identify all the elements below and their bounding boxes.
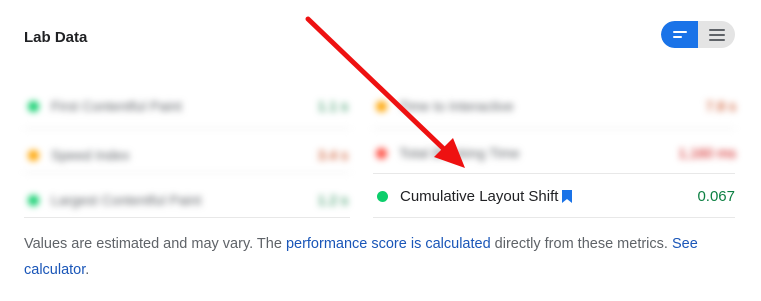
lab-data-title: Lab Data	[24, 29, 88, 46]
status-dot	[377, 190, 388, 202]
status-dot	[28, 149, 39, 161]
metric-label: Time to Interactive	[399, 98, 514, 114]
footer-text: Values are estimated and may vary. The	[24, 236, 286, 252]
footer-text: .	[85, 262, 90, 278]
metric-row: Speed Index 3.4 s	[28, 140, 348, 170]
metric-row: Largest Contentful Paint 1.2 s	[28, 185, 348, 215]
metric-value: 1.2 s	[317, 192, 348, 208]
footer-note: Values are estimated and may vary. The p…	[24, 231, 714, 283]
metric-value: 1.1 s	[317, 98, 348, 114]
bar-view-button[interactable]	[661, 21, 698, 48]
view-toggle[interactable]	[661, 21, 735, 48]
metric-label: First Contentful Paint	[51, 98, 182, 114]
bar-view-icon	[672, 31, 687, 38]
list-view-button[interactable]	[698, 21, 735, 48]
metric-label: Cumulative Layout Shift	[400, 187, 559, 205]
metric-label: Total Blocking Time	[399, 145, 520, 161]
metric-label: Speed Index	[51, 147, 130, 163]
status-dot	[28, 194, 39, 206]
metric-value: 1,160 ms	[678, 145, 736, 161]
metric-value: 7.8 s	[705, 98, 736, 114]
metric-value: 0.067	[697, 187, 735, 205]
metric-value: 3.4 s	[317, 147, 348, 163]
status-dot	[376, 147, 387, 159]
status-dot	[28, 100, 39, 112]
cumulative-layout-shift-row: Cumulative Layout Shift 0.067	[373, 180, 735, 212]
list-view-icon	[708, 28, 725, 41]
metric-row: Total Blocking Time 1,160 ms	[376, 138, 736, 168]
metric-row: First Contentful Paint 1.1 s	[28, 91, 348, 121]
performance-score-link[interactable]: performance score is calculated	[286, 236, 491, 252]
footer-text: directly from these metrics.	[490, 236, 672, 252]
metric-row: Time to Interactive 7.8 s	[376, 91, 736, 121]
metric-label: Largest Contentful Paint	[51, 192, 202, 208]
status-dot	[376, 100, 387, 112]
bookmark-icon[interactable]	[562, 189, 573, 203]
